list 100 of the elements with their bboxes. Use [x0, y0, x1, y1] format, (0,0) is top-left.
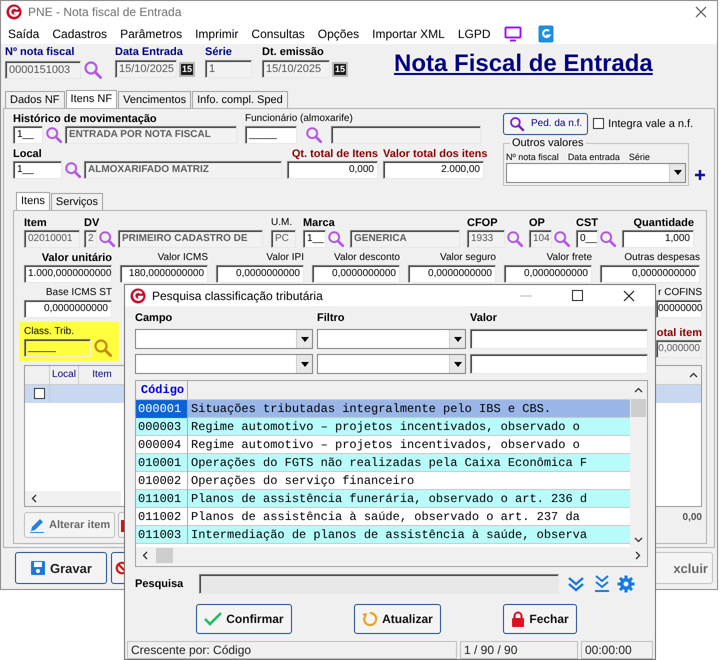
- field-label: U.M.: [271, 216, 292, 229]
- field-label: Marca: [303, 216, 335, 229]
- table-cell: 000001: [136, 400, 188, 418]
- field-label: Outras despesas: [624, 252, 700, 264]
- page-heading: Nota Fiscal de Entrada: [394, 50, 653, 78]
- field-label: Local: [13, 148, 42, 160]
- table-cell: 011003: [136, 526, 188, 544]
- status-text: 00:00:00: [581, 641, 653, 659]
- field-label: Filtro: [317, 312, 346, 324]
- input-field[interactable]: 0,000: [287, 160, 378, 179]
- column-header[interactable]: Código: [136, 381, 188, 399]
- order-button[interactable]: Ped. da n.f.: [503, 112, 588, 135]
- input-field[interactable]: 0,0000000000: [24, 300, 112, 318]
- table-cell: 010001: [136, 454, 188, 472]
- field-label: Campo: [135, 312, 174, 324]
- table-row[interactable]: 000003 Regime automotivo – projetos incentivados, observado o: [136, 418, 630, 436]
- column-label: Série: [628, 152, 650, 162]
- table-cell-text: Intermediação de planos de assistência à saúde, observa: [190, 528, 588, 542]
- status-text: 1 / 90 / 90: [460, 641, 578, 659]
- table-row[interactable]: 010001 Operações do FGTS não realizadas pela Caixa Econômica F: [136, 454, 630, 472]
- menu-item[interactable]: Cadastros: [52, 26, 108, 41]
- menu-item[interactable]: Parâmetros: [120, 26, 182, 41]
- table-cell-text: Situações tributadas integralmente pelo IBS e CBS.: [190, 402, 552, 416]
- menu-item[interactable]: Opções: [318, 26, 360, 41]
- field-label: CFOP: [467, 216, 498, 229]
- input-field[interactable]: 1,000: [622, 230, 694, 248]
- input-field[interactable]: _____: [24, 338, 91, 357]
- input-field[interactable]: 0,000000: [656, 340, 702, 358]
- table-cell-text: Operações do FGTS não realizadas pela Caixa Econômica F: [190, 456, 588, 470]
- table-row[interactable]: 011001 Planos de assistência funerária, observado o art. 236 d: [136, 490, 630, 508]
- input-field[interactable]: 0,0000000000: [216, 264, 304, 283]
- table-row[interactable]: 000001 Situações tributadas integralmente pelo IBS e CBS.: [136, 400, 630, 418]
- field-label: Data Entrada: [115, 46, 183, 58]
- menu-item[interactable]: LGPD: [458, 26, 491, 41]
- tab[interactable]: Itens NF: [66, 90, 118, 109]
- menu-item[interactable]: Consultas: [251, 26, 305, 41]
- field-label: r COFINS: [658, 286, 702, 299]
- field-label: Valor unitário: [42, 252, 112, 264]
- input-field[interactable]: 0,0000000000: [408, 264, 496, 283]
- input-field[interactable]: 0__: [576, 230, 598, 248]
- confirm-button[interactable]: Confirmar: [196, 604, 292, 634]
- input-field[interactable]: 0,0000000000: [504, 264, 592, 283]
- table-cell-text: Operações do serviço financeiro: [190, 474, 414, 488]
- input-field[interactable]: 1__: [13, 160, 62, 179]
- menu-item[interactable]: Importar XML: [372, 26, 445, 41]
- column-label: Nº nota fiscal: [506, 152, 559, 162]
- tab[interactable]: Info. compl. Sped: [192, 90, 288, 108]
- field-label: Dt. emissão: [262, 46, 324, 58]
- tab[interactable]: Vencimentos: [118, 90, 192, 108]
- tab[interactable]: Itens: [16, 192, 50, 211]
- field-label: Valor frete: [546, 252, 592, 264]
- description-field: ALMOXARIFADO MATRIZ: [84, 160, 282, 179]
- field-label: Class. Trib.: [24, 326, 74, 338]
- field-label: Valor total dos itens: [383, 148, 488, 160]
- table-cell-text: Planos de assistência à saúde, observado o art. 237 da: [190, 510, 580, 524]
- field-label: Histórico de movimentação: [13, 112, 157, 125]
- field-label: OP: [529, 216, 545, 229]
- close-button[interactable]: Fechar: [503, 604, 577, 634]
- column-label: Data entrada: [568, 152, 620, 162]
- input-field[interactable]: _____: [245, 126, 297, 144]
- field-label: CST: [576, 216, 598, 229]
- tab[interactable]: Dados NF: [5, 90, 65, 108]
- input-field[interactable]: 1__: [303, 230, 326, 248]
- input-field[interactable]: 00000000: [656, 300, 702, 318]
- menu-item[interactable]: Imprimir: [195, 26, 238, 41]
- save-button[interactable]: Gravar: [15, 552, 107, 584]
- field-label: Qt. total de Itens: [292, 148, 378, 160]
- total-value: 0,00: [682, 512, 702, 524]
- field-label: Quantidade: [633, 216, 694, 229]
- menu-item[interactable]: Saída: [8, 26, 40, 41]
- field-label: Valor desconto: [334, 252, 400, 264]
- field-label: DV: [84, 216, 100, 229]
- input-field[interactable]: 1__: [13, 126, 43, 144]
- table-cell: 011001: [136, 490, 188, 508]
- field-label: otal item: [656, 326, 702, 339]
- input-field[interactable]: 0,0000000000: [312, 264, 400, 283]
- group-title: Outros valores: [510, 136, 586, 149]
- column-header[interactable]: Local: [50, 366, 79, 384]
- description-field: ENTRADA POR NOTA FISCAL: [65, 126, 237, 144]
- tab[interactable]: Serviços: [50, 192, 104, 210]
- input-field[interactable]: 1.000,0000000000: [24, 264, 112, 283]
- window-title: PNE - Nota fiscal de Entrada: [28, 5, 182, 20]
- refresh-button[interactable]: Atualizar: [354, 604, 441, 634]
- status-text: Crescente por: Código: [127, 641, 457, 659]
- field-label: Valor IPI: [266, 252, 304, 264]
- field-label: Nº nota fiscal: [5, 46, 74, 58]
- field-label: Base ICMS ST: [46, 286, 112, 299]
- table-cell-text: Regime automotivo – projetos incentivados, observado o: [190, 420, 580, 434]
- table-row[interactable]: 011003 Intermediação de planos de assistência à saúde, observa: [136, 526, 630, 544]
- input-field[interactable]: 180,0000000000: [120, 264, 208, 283]
- checkbox-label: Integra vale a n.f.: [608, 118, 694, 130]
- field-label: Valor seguro: [440, 252, 496, 264]
- field-label: Valor ICMS: [158, 252, 208, 264]
- input-field[interactable]: 0,0000000000: [600, 264, 700, 283]
- dialog-title: Pesquisa classificação tributária: [152, 288, 323, 302]
- input-field[interactable]: 2.000,00: [383, 160, 484, 179]
- field-label: Série: [205, 46, 232, 58]
- field-label: Valor: [470, 312, 498, 324]
- table-cell-text: Regime automotivo – projetos incentivados, observado o: [190, 438, 580, 452]
- table-cell: 000003: [136, 418, 188, 436]
